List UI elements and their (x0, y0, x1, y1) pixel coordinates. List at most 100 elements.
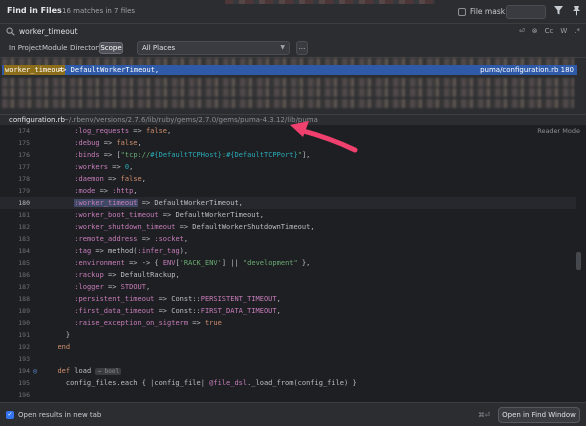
code-text: :environment => -> { ENV['RACK_ENV'] || … (74, 259, 311, 267)
tab-in-project[interactable]: In Project (9, 44, 42, 52)
code-text: :workers => 0, (74, 163, 134, 171)
find-in-files-dialog: Find in Files 16 matches in 7 files File… (0, 0, 586, 426)
code-line: 189 :first_data_timeout => Const::FIRST_… (0, 305, 576, 317)
code-line: 187 :logger => STDOUT, (0, 281, 576, 293)
code-text: config_files.each { |config_file| @file_… (49, 379, 357, 387)
line-number: 183 (18, 235, 30, 243)
pin-icon[interactable] (571, 5, 582, 16)
open-new-tab-label: Open results in new tab (18, 411, 102, 419)
line-number: 174 (18, 127, 30, 135)
blurred-result-row[interactable] (2, 88, 574, 97)
blurred-result-row[interactable] (2, 78, 574, 87)
code-line: 180 :worker_timeout => DefaultWorkerTime… (0, 197, 576, 209)
code-line: 175 :debug => false, (0, 137, 576, 149)
results-list[interactable]: worker_timeout => DefaultWorkerTimeout, … (0, 57, 586, 114)
line-number: 180 (18, 199, 30, 207)
line-number: 189 (18, 307, 30, 315)
scope-row: In Project Module Directory Scope All Pl… (0, 40, 586, 56)
match-case-toggle[interactable]: Cc (545, 27, 554, 35)
line-number: 188 (18, 295, 30, 303)
tab-scope[interactable]: Scope (99, 42, 123, 54)
result-match-text: worker_timeout (4, 65, 66, 75)
code-text: :daemon => false, (74, 175, 146, 183)
line-number: 181 (18, 211, 30, 219)
line-number: 175 (18, 139, 30, 147)
code-text: :worker_shutdown_timeout => DefaultWorke… (74, 223, 315, 231)
code-text: :debug => false, (74, 139, 142, 147)
line-number: 196 (18, 391, 30, 399)
line-number: 187 (18, 283, 30, 291)
preview-file-path-bar: configuration.rb ~/.rbenv/versions/2.7.6… (0, 114, 586, 125)
code-line: 194 ◎ def load → bool (0, 365, 576, 377)
inlay-hint: → bool (95, 368, 122, 375)
line-number: 182 (18, 223, 30, 231)
code-line: 192 end (0, 341, 576, 353)
code-text: :logger => STDOUT, (74, 283, 151, 291)
code-line: 177 :workers => 0, (0, 161, 576, 173)
code-line: 184 :tag => method(:infer_tag), (0, 245, 576, 257)
line-number: 178 (18, 175, 30, 183)
override-gutter-icon[interactable]: ◎ (33, 365, 37, 377)
code-text: :first_data_timeout => Const::FIRST_DATA… (74, 307, 281, 315)
file-mask-input[interactable] (506, 5, 546, 19)
file-mask-checkbox[interactable] (458, 8, 466, 16)
more-button[interactable]: ... (296, 41, 308, 55)
code-line: 196 (0, 389, 576, 401)
line-number: 185 (18, 259, 30, 267)
code-line: 182 :worker_shutdown_timeout => DefaultW… (0, 221, 576, 233)
search-input[interactable]: worker_timeout (19, 27, 78, 36)
blurred-result-row[interactable] (2, 99, 574, 108)
code-line: 188 :persistent_timeout => Const::PERSIS… (0, 293, 576, 305)
result-location: puma/configuration.rb 180 (480, 66, 574, 74)
code-text: :log_requests => false, (74, 127, 172, 135)
open-new-tab-checkbox[interactable]: ✓ (6, 411, 14, 419)
line-number: 176 (18, 151, 30, 159)
code-line: 181 :worker_boot_timeout => DefaultWorke… (0, 209, 576, 221)
code-line: 193 (0, 353, 576, 365)
line-number: 192 (18, 343, 30, 351)
filter-icon[interactable] (553, 5, 564, 16)
tab-module[interactable]: Module (42, 44, 67, 52)
code-line: 174 :log_requests => false, (0, 125, 576, 137)
line-number: 177 (18, 163, 30, 171)
regex-toggle[interactable]: .* (574, 27, 580, 35)
code-text: :persistent_timeout => Const::PERSISTENT… (74, 295, 281, 303)
code-text: :binds => ["tcp://#{DefaultTCPHost}:#{De… (74, 151, 311, 159)
result-line-text: => DefaultWorkerTimeout, (58, 66, 160, 74)
line-number: 191 (18, 331, 30, 339)
words-toggle[interactable]: W (560, 27, 567, 35)
blurred-editor-tabs (225, 0, 435, 4)
scope-dropdown[interactable]: All Places ▼ (137, 41, 290, 55)
code-text: :remote_address => :socket, (74, 235, 189, 243)
line-number: 190 (18, 319, 30, 327)
code-text: end (57, 343, 71, 351)
dialog-footer: ✓ Open results in new tab ⌘⏎ Open in Fin… (0, 402, 586, 426)
code-text: :raise_exception_on_sigterm => true (74, 319, 222, 327)
code-line: 183 :remote_address => :socket, (0, 233, 576, 245)
chevron-down-icon: ▼ (280, 44, 285, 51)
tab-directory[interactable]: Directory (70, 44, 102, 52)
open-in-find-window-button[interactable]: Open in Find Window (498, 407, 580, 423)
open-shortcut-hint: ⌘⏎ (478, 411, 490, 419)
code-line: 190 :raise_exception_on_sigterm => true (0, 317, 576, 329)
selected-result-row[interactable]: worker_timeout => DefaultWorkerTimeout, … (2, 65, 577, 75)
code-line: 176 :binds => ["tcp://#{DefaultTCPHost}:… (0, 149, 576, 161)
code-text: :tag => method(:infer_tag), (74, 247, 189, 255)
line-number: 184 (18, 247, 30, 255)
search-icon (6, 27, 15, 36)
preview-file-name: configuration.rb (9, 116, 65, 124)
line-number: 195 (18, 379, 30, 387)
preview-file-path: ~/.rbenv/versions/2.7.6/lib/ruby/gems/2.… (63, 116, 318, 124)
dialog-header[interactable]: Find in Files 16 matches in 7 files File… (0, 0, 586, 24)
line-number: 194 (18, 367, 30, 375)
clear-icon[interactable]: ⊗ (532, 27, 538, 35)
file-mask-label: File mask: (470, 7, 508, 16)
code-preview[interactable]: Reader Mode 174 :log_requests => false, 1… (0, 125, 586, 402)
code-text: :worker_boot_timeout => DefaultWorkerTim… (74, 211, 264, 219)
code-text: :worker_timeout => DefaultWorkerTimeout, (74, 199, 243, 207)
scrollbar[interactable] (576, 252, 581, 270)
code-line: 186 :rackup => DefaultRackup, (0, 269, 576, 281)
scope-dropdown-value: All Places (142, 44, 176, 52)
newline-icon[interactable]: ⏎ (519, 27, 525, 35)
dialog-title: Find in Files (7, 6, 62, 15)
